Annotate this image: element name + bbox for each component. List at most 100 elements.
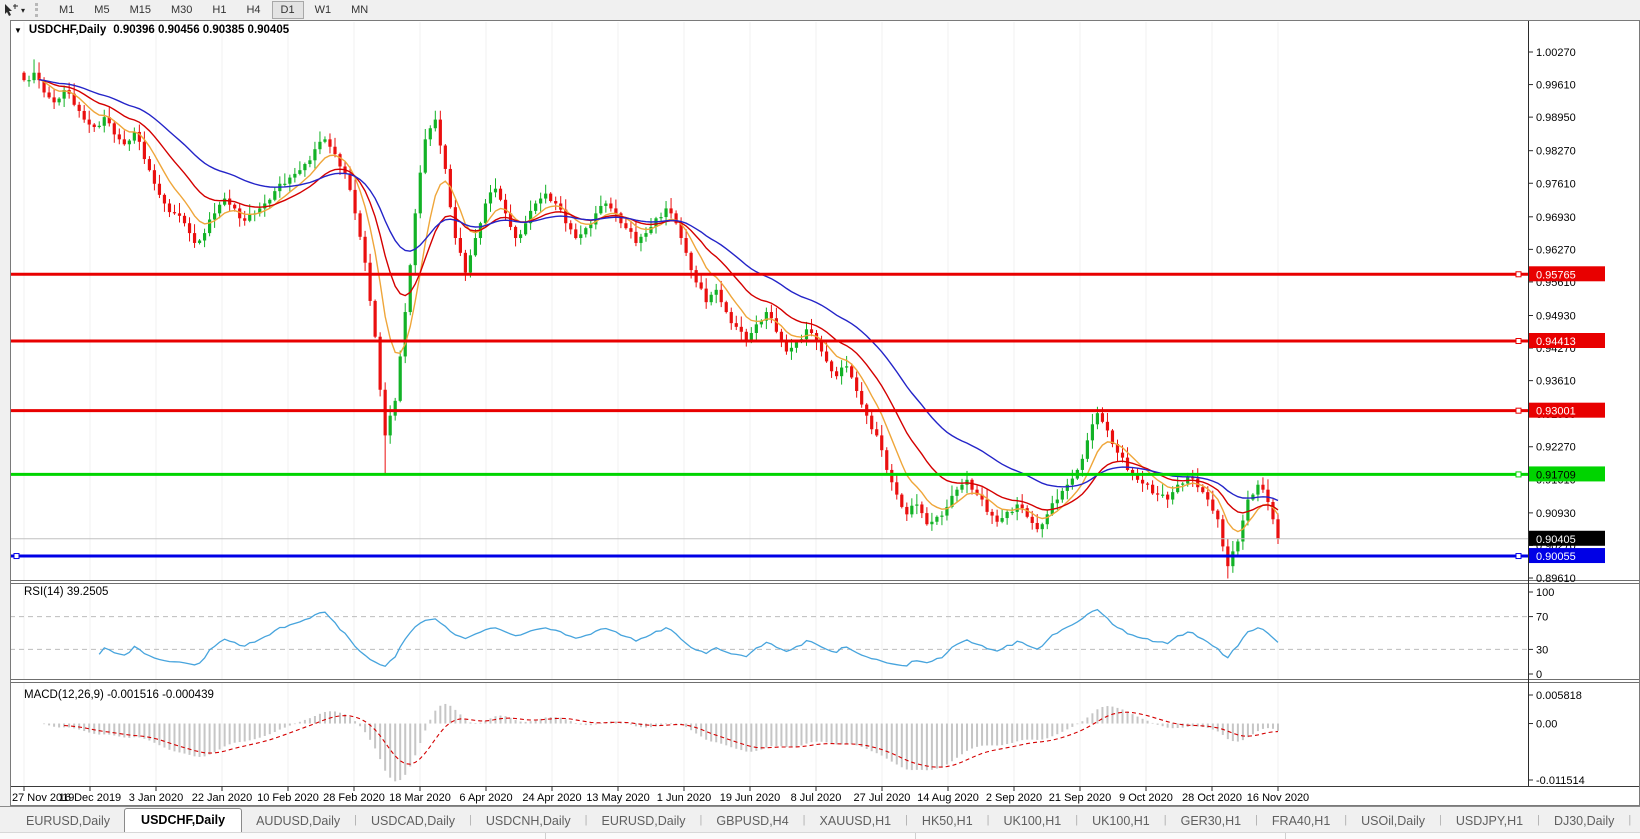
- timeframe-button-h1[interactable]: H1: [203, 1, 235, 19]
- svg-text:16 Nov 2020: 16 Nov 2020: [1247, 792, 1309, 804]
- chart-symbol-header: ▼ USDCHF,Daily 0.90396 0.90456 0.90385 0…: [14, 24, 289, 36]
- timeframe-button-m15[interactable]: M15: [121, 1, 160, 19]
- collapse-ohlc-icon[interactable]: ▼: [14, 26, 22, 35]
- timeframe-button-h4[interactable]: H4: [237, 1, 269, 19]
- tab-usdchf-daily[interactable]: USDCHF,Daily: [124, 808, 242, 833]
- svg-text:-0.011514: -0.011514: [1536, 775, 1585, 787]
- svg-text:0.005818: 0.005818: [1536, 690, 1582, 702]
- tab-usdcnh-daily[interactable]: USDCNH,Daily: [472, 810, 585, 833]
- svg-text:24 Apr 2020: 24 Apr 2020: [522, 792, 581, 804]
- svg-text:28 Feb 2020: 28 Feb 2020: [323, 792, 385, 804]
- svg-text:0.92270: 0.92270: [1536, 442, 1576, 454]
- macd-pane: [43, 704, 1279, 781]
- svg-text:0.90930: 0.90930: [1536, 508, 1576, 520]
- svg-text:22 Jan 2020: 22 Jan 2020: [192, 792, 253, 804]
- macd-indicator-label: MACD(12,26,9) -0.001516 -0.000439: [24, 689, 214, 701]
- svg-text:0: 0: [1536, 669, 1542, 681]
- timeframe-button-m5[interactable]: M5: [85, 1, 118, 19]
- svg-text:0.97610: 0.97610: [1536, 178, 1576, 190]
- chart-tab-strip: EURUSD,DailyUSDCHF,DailyAUDUSD,Daily|USD…: [0, 807, 1640, 833]
- svg-text:8 Jul 2020: 8 Jul 2020: [791, 792, 842, 804]
- chart-canvas[interactable]: 1.00270 0.99610 0.98950 0.98270 0.97610 0.969…: [10, 20, 1640, 806]
- timeframe-toolbar: M1M5M15M30H1H4D1W1MN: [49, 0, 378, 20]
- svg-text:10 Feb 2020: 10 Feb 2020: [257, 792, 319, 804]
- rsi-indicator-label: RSI(14) 39.2505: [24, 586, 108, 598]
- svg-text:1 Jun 2020: 1 Jun 2020: [657, 792, 711, 804]
- top-toolbar: ▾ M1M5M15M30H1H4D1W1MN: [0, 0, 1640, 21]
- tab-usdjpy-h1[interactable]: USDJPY,H1: [1442, 810, 1537, 833]
- tab-uk100-h1[interactable]: UK100,H1: [990, 810, 1076, 833]
- trading-terminal-window: ▾ M1M5M15M30H1H4D1W1MN 1.00270 0.99610 0.9…: [0, 0, 1640, 839]
- chart-window: 1.00270 0.99610 0.98950 0.98270 0.97610 0.969…: [10, 20, 1640, 806]
- svg-text:2 Sep 2020: 2 Sep 2020: [986, 792, 1042, 804]
- timeframe-button-w1[interactable]: W1: [306, 1, 341, 19]
- svg-text:0.94413: 0.94413: [1536, 336, 1576, 348]
- toolbar-grip-handle[interactable]: [35, 3, 41, 17]
- svg-text:0.98270: 0.98270: [1536, 146, 1576, 158]
- timeframe-button-m30[interactable]: M30: [162, 1, 201, 19]
- crosshair-tool-icon[interactable]: [3, 3, 19, 17]
- svg-text:21 Sep 2020: 21 Sep 2020: [1049, 792, 1111, 804]
- macd-signal-line: [64, 712, 1278, 767]
- svg-text:0.99610: 0.99610: [1536, 80, 1576, 92]
- chart-ohlc-values: 0.90396 0.90456 0.90385 0.90405: [113, 24, 289, 36]
- tab-bar-footer: [0, 832, 1640, 839]
- tab-ger30-h1[interactable]: GER30,H1: [1167, 810, 1255, 833]
- moving-average-lines: [39, 79, 1278, 532]
- tab-usoil-daily[interactable]: USOil,Daily: [1347, 810, 1439, 833]
- svg-text:0.00: 0.00: [1536, 719, 1557, 731]
- svg-text:0.96270: 0.96270: [1536, 244, 1576, 256]
- horizontal-lines[interactable]: [10, 272, 1528, 559]
- ma-fast-line: [39, 79, 1278, 532]
- svg-text:70: 70: [1536, 612, 1548, 624]
- svg-text:27 Jul 2020: 27 Jul 2020: [854, 792, 911, 804]
- svg-text:19 Jun 2020: 19 Jun 2020: [720, 792, 781, 804]
- tab-xauusd-h1[interactable]: XAUUSD,H1: [806, 810, 906, 833]
- rsi-line: [99, 610, 1278, 667]
- svg-text:0.90405: 0.90405: [1536, 534, 1576, 546]
- svg-text:18 Mar 2020: 18 Mar 2020: [389, 792, 451, 804]
- svg-text:0.94930: 0.94930: [1536, 310, 1576, 322]
- svg-text:6 Apr 2020: 6 Apr 2020: [459, 792, 512, 804]
- tab-eurusd-daily[interactable]: EURUSD,Daily: [12, 810, 124, 833]
- svg-text:30: 30: [1536, 644, 1548, 656]
- timeframe-button-m1[interactable]: M1: [50, 1, 83, 19]
- tab-usdcad-daily[interactable]: USDCAD,Daily: [357, 810, 469, 833]
- svg-text:13 May 2020: 13 May 2020: [586, 792, 650, 804]
- footer-divider: [545, 833, 546, 839]
- svg-text:14 Aug 2020: 14 Aug 2020: [917, 792, 979, 804]
- svg-text:3 Jan 2020: 3 Jan 2020: [129, 792, 183, 804]
- svg-text:9 Oct 2020: 9 Oct 2020: [1119, 792, 1173, 804]
- svg-text:0.91709: 0.91709: [1536, 469, 1576, 481]
- svg-text:100: 100: [1536, 587, 1554, 599]
- svg-text:28 Oct 2020: 28 Oct 2020: [1182, 792, 1242, 804]
- pane-borders: [10, 21, 1640, 806]
- tab-hk50-h1[interactable]: HK50,H1: [908, 810, 987, 833]
- tool-dropdown-icon[interactable]: ▾: [21, 6, 25, 15]
- tab-uk100-h1[interactable]: UK100,H1: [1078, 810, 1164, 833]
- svg-text:0.93001: 0.93001: [1536, 406, 1576, 418]
- tab-eurusd-daily[interactable]: EURUSD,Daily: [588, 810, 700, 833]
- svg-text:0.93610: 0.93610: [1536, 376, 1576, 388]
- svg-text:16 Dec 2019: 16 Dec 2019: [59, 792, 121, 804]
- candlestick-series: [22, 59, 1279, 578]
- svg-text:0.89610: 0.89610: [1536, 573, 1576, 585]
- svg-text:0.96930: 0.96930: [1536, 212, 1576, 224]
- timeframe-button-d1[interactable]: D1: [272, 1, 304, 19]
- grid-lines: [24, 22, 1278, 786]
- tab-dj30-daily[interactable]: DJ30,Daily: [1540, 810, 1628, 833]
- svg-text:0.90055: 0.90055: [1536, 551, 1576, 563]
- svg-text:0.95765: 0.95765: [1536, 269, 1576, 281]
- footer-divider: [1285, 833, 1286, 839]
- tab-fra40-h1[interactable]: FRA40,H1: [1258, 810, 1344, 833]
- tab-china300-h1[interactable]: CHINA300,H1: [1631, 810, 1640, 833]
- date-axis[interactable]: 27 Nov 201916 Dec 20193 Jan 202022 Jan 2…: [12, 787, 1309, 805]
- rsi-pane: [10, 610, 1528, 667]
- svg-text:0.98950: 0.98950: [1536, 112, 1576, 124]
- tab-gbpusd-h4[interactable]: GBPUSD,H4: [702, 810, 802, 833]
- svg-text:1.00270: 1.00270: [1536, 47, 1576, 59]
- footer-divider: [915, 833, 916, 839]
- chart-symbol-label: USDCHF,Daily: [29, 24, 106, 36]
- timeframe-button-mn[interactable]: MN: [342, 1, 377, 19]
- tab-audusd-daily[interactable]: AUDUSD,Daily: [242, 810, 354, 833]
